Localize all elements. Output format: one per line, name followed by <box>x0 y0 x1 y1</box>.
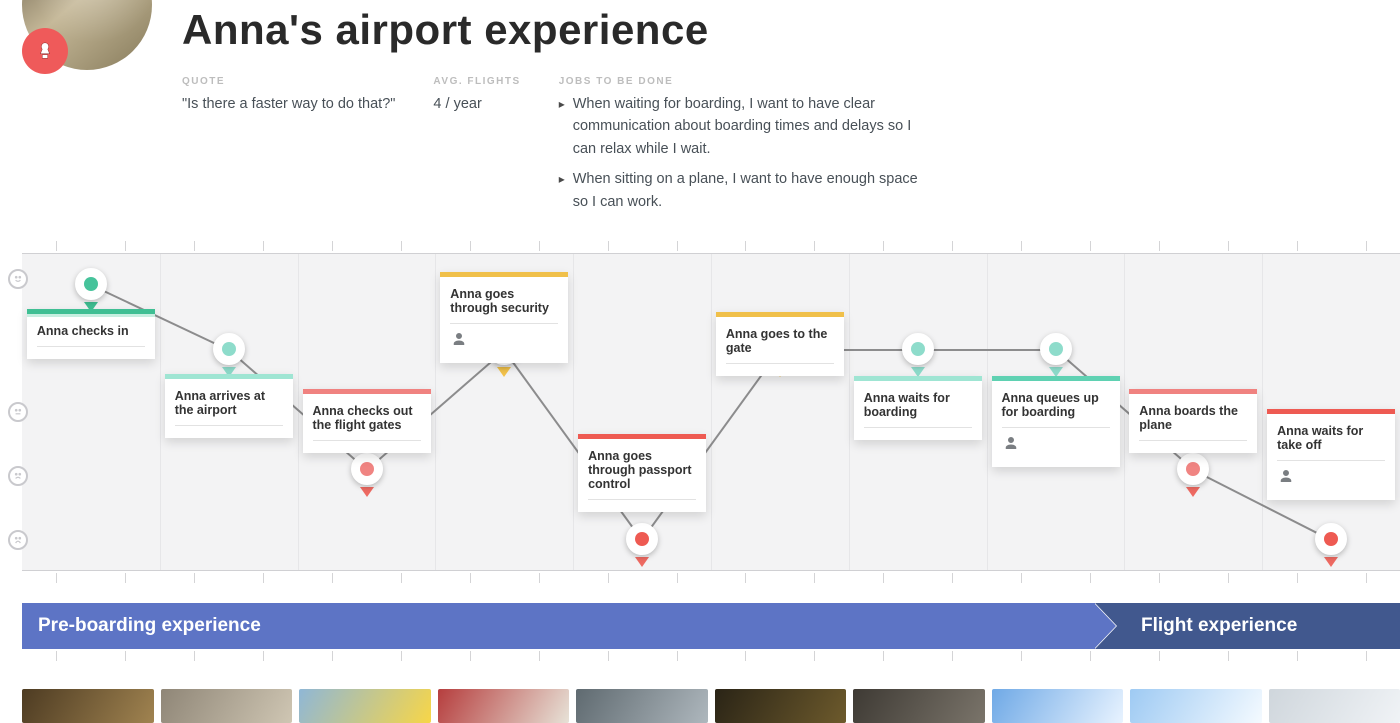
avg-flights-label: AVG. FLIGHTS <box>433 76 520 87</box>
journey-card-label: Anna goes through security <box>450 287 558 315</box>
storyboard-thumb[interactable] <box>1269 689 1400 723</box>
jtbd-block: JOBS TO BE DONE When waiting for boardin… <box>559 76 919 221</box>
jtbd-label: JOBS TO BE DONE <box>559 76 919 87</box>
avg-flights-block: AVG. FLIGHTS 4 / year <box>433 76 520 221</box>
journey-card-label: Anna goes to the gate <box>726 327 834 355</box>
emoji-neutral-icon <box>8 402 28 422</box>
jtbd-item: When sitting on a plane, I want to have … <box>559 168 919 213</box>
persona-header: Anna's airport experience QUOTE "Is ther… <box>0 0 1400 239</box>
journey-card-label: Anna queues up for boarding <box>1002 391 1110 419</box>
journey-node[interactable] <box>1177 453 1209 485</box>
storyboard-thumb[interactable] <box>853 689 985 723</box>
journey-card[interactable]: Anna checks out the flight gates <box>303 389 431 453</box>
journey-card-label: Anna goes through passport control <box>588 449 696 491</box>
storyboard-thumb[interactable] <box>992 689 1124 723</box>
quote-value: "Is there a faster way to do that?" <box>182 93 395 115</box>
emoji-happy-icon <box>8 269 28 289</box>
phase-label: Pre-boarding experience <box>38 615 261 637</box>
avg-flights-value: 4 / year <box>433 93 520 115</box>
emoji-very-sad-icon <box>8 530 28 550</box>
phase-ribbons: Pre-boarding experience Flight experienc… <box>22 603 1400 649</box>
journey-node[interactable] <box>213 333 245 365</box>
journey-card[interactable]: Anna waits for boarding <box>854 376 982 440</box>
journey-card-label: Anna arrives at the airport <box>175 389 283 417</box>
journey-card[interactable]: Anna arrives at the airport <box>165 374 293 438</box>
journey-card-label: Anna checks out the flight gates <box>313 404 421 432</box>
storyboard-thumb[interactable] <box>22 689 154 723</box>
journey-card-label: Anna checks in <box>37 324 145 338</box>
storyboard-thumb[interactable] <box>576 689 708 723</box>
journey-card[interactable]: Anna waits for take off <box>1267 409 1395 500</box>
storyboard-thumbnails <box>22 689 1400 723</box>
journey-node[interactable] <box>1315 523 1347 555</box>
quote-block: QUOTE "Is there a faster way to do that?… <box>182 76 395 221</box>
person-icon <box>1002 434 1110 455</box>
emoji-sad-icon <box>8 466 28 486</box>
storyboard-thumb[interactable] <box>715 689 847 723</box>
journey-card-label: Anna boards the plane <box>1139 404 1247 432</box>
person-icon <box>450 330 558 351</box>
page-title: Anna's airport experience <box>182 6 1400 54</box>
journey-node[interactable] <box>902 333 934 365</box>
journey-card[interactable]: Anna goes through passport control <box>578 434 706 512</box>
column-ticks-top <box>22 239 1400 253</box>
column-ticks-bottom <box>22 571 1400 585</box>
journey-node[interactable] <box>75 268 107 300</box>
storyboard-thumb[interactable] <box>438 689 570 723</box>
phase-pre-boarding: Pre-boarding experience <box>22 603 1095 649</box>
journey-card[interactable]: Anna goes through security <box>440 272 568 363</box>
person-icon <box>1277 467 1385 488</box>
journey-node[interactable] <box>1040 333 1072 365</box>
storyboard-thumb[interactable] <box>161 689 293 723</box>
storyboard-thumb[interactable] <box>1130 689 1262 723</box>
journey-card-label: Anna waits for boarding <box>864 391 972 419</box>
journey-chart: Anna checks in Anna arrives at the airpor… <box>22 253 1400 571</box>
phase-flight: Flight experience <box>1095 603 1400 649</box>
column-ticks-images <box>22 649 1400 663</box>
storyboard-thumb[interactable] <box>299 689 431 723</box>
avatar-wrap <box>22 0 152 70</box>
journey-card[interactable]: Anna queues up for boarding <box>992 376 1120 467</box>
quote-label: QUOTE <box>182 76 395 87</box>
journey-card[interactable]: Anna checks in <box>27 309 155 359</box>
phase-label: Flight experience <box>1141 615 1297 637</box>
journey-card-label: Anna waits for take off <box>1277 424 1385 452</box>
journey-node[interactable] <box>626 523 658 555</box>
journey-node[interactable] <box>351 453 383 485</box>
jtbd-item: When waiting for boarding, I want to hav… <box>559 93 919 160</box>
persona-type-badge <box>22 28 68 74</box>
journey-card[interactable]: Anna boards the plane <box>1129 389 1257 453</box>
journey-card[interactable]: Anna goes to the gate <box>716 312 844 376</box>
persona-woman-icon <box>34 40 56 62</box>
